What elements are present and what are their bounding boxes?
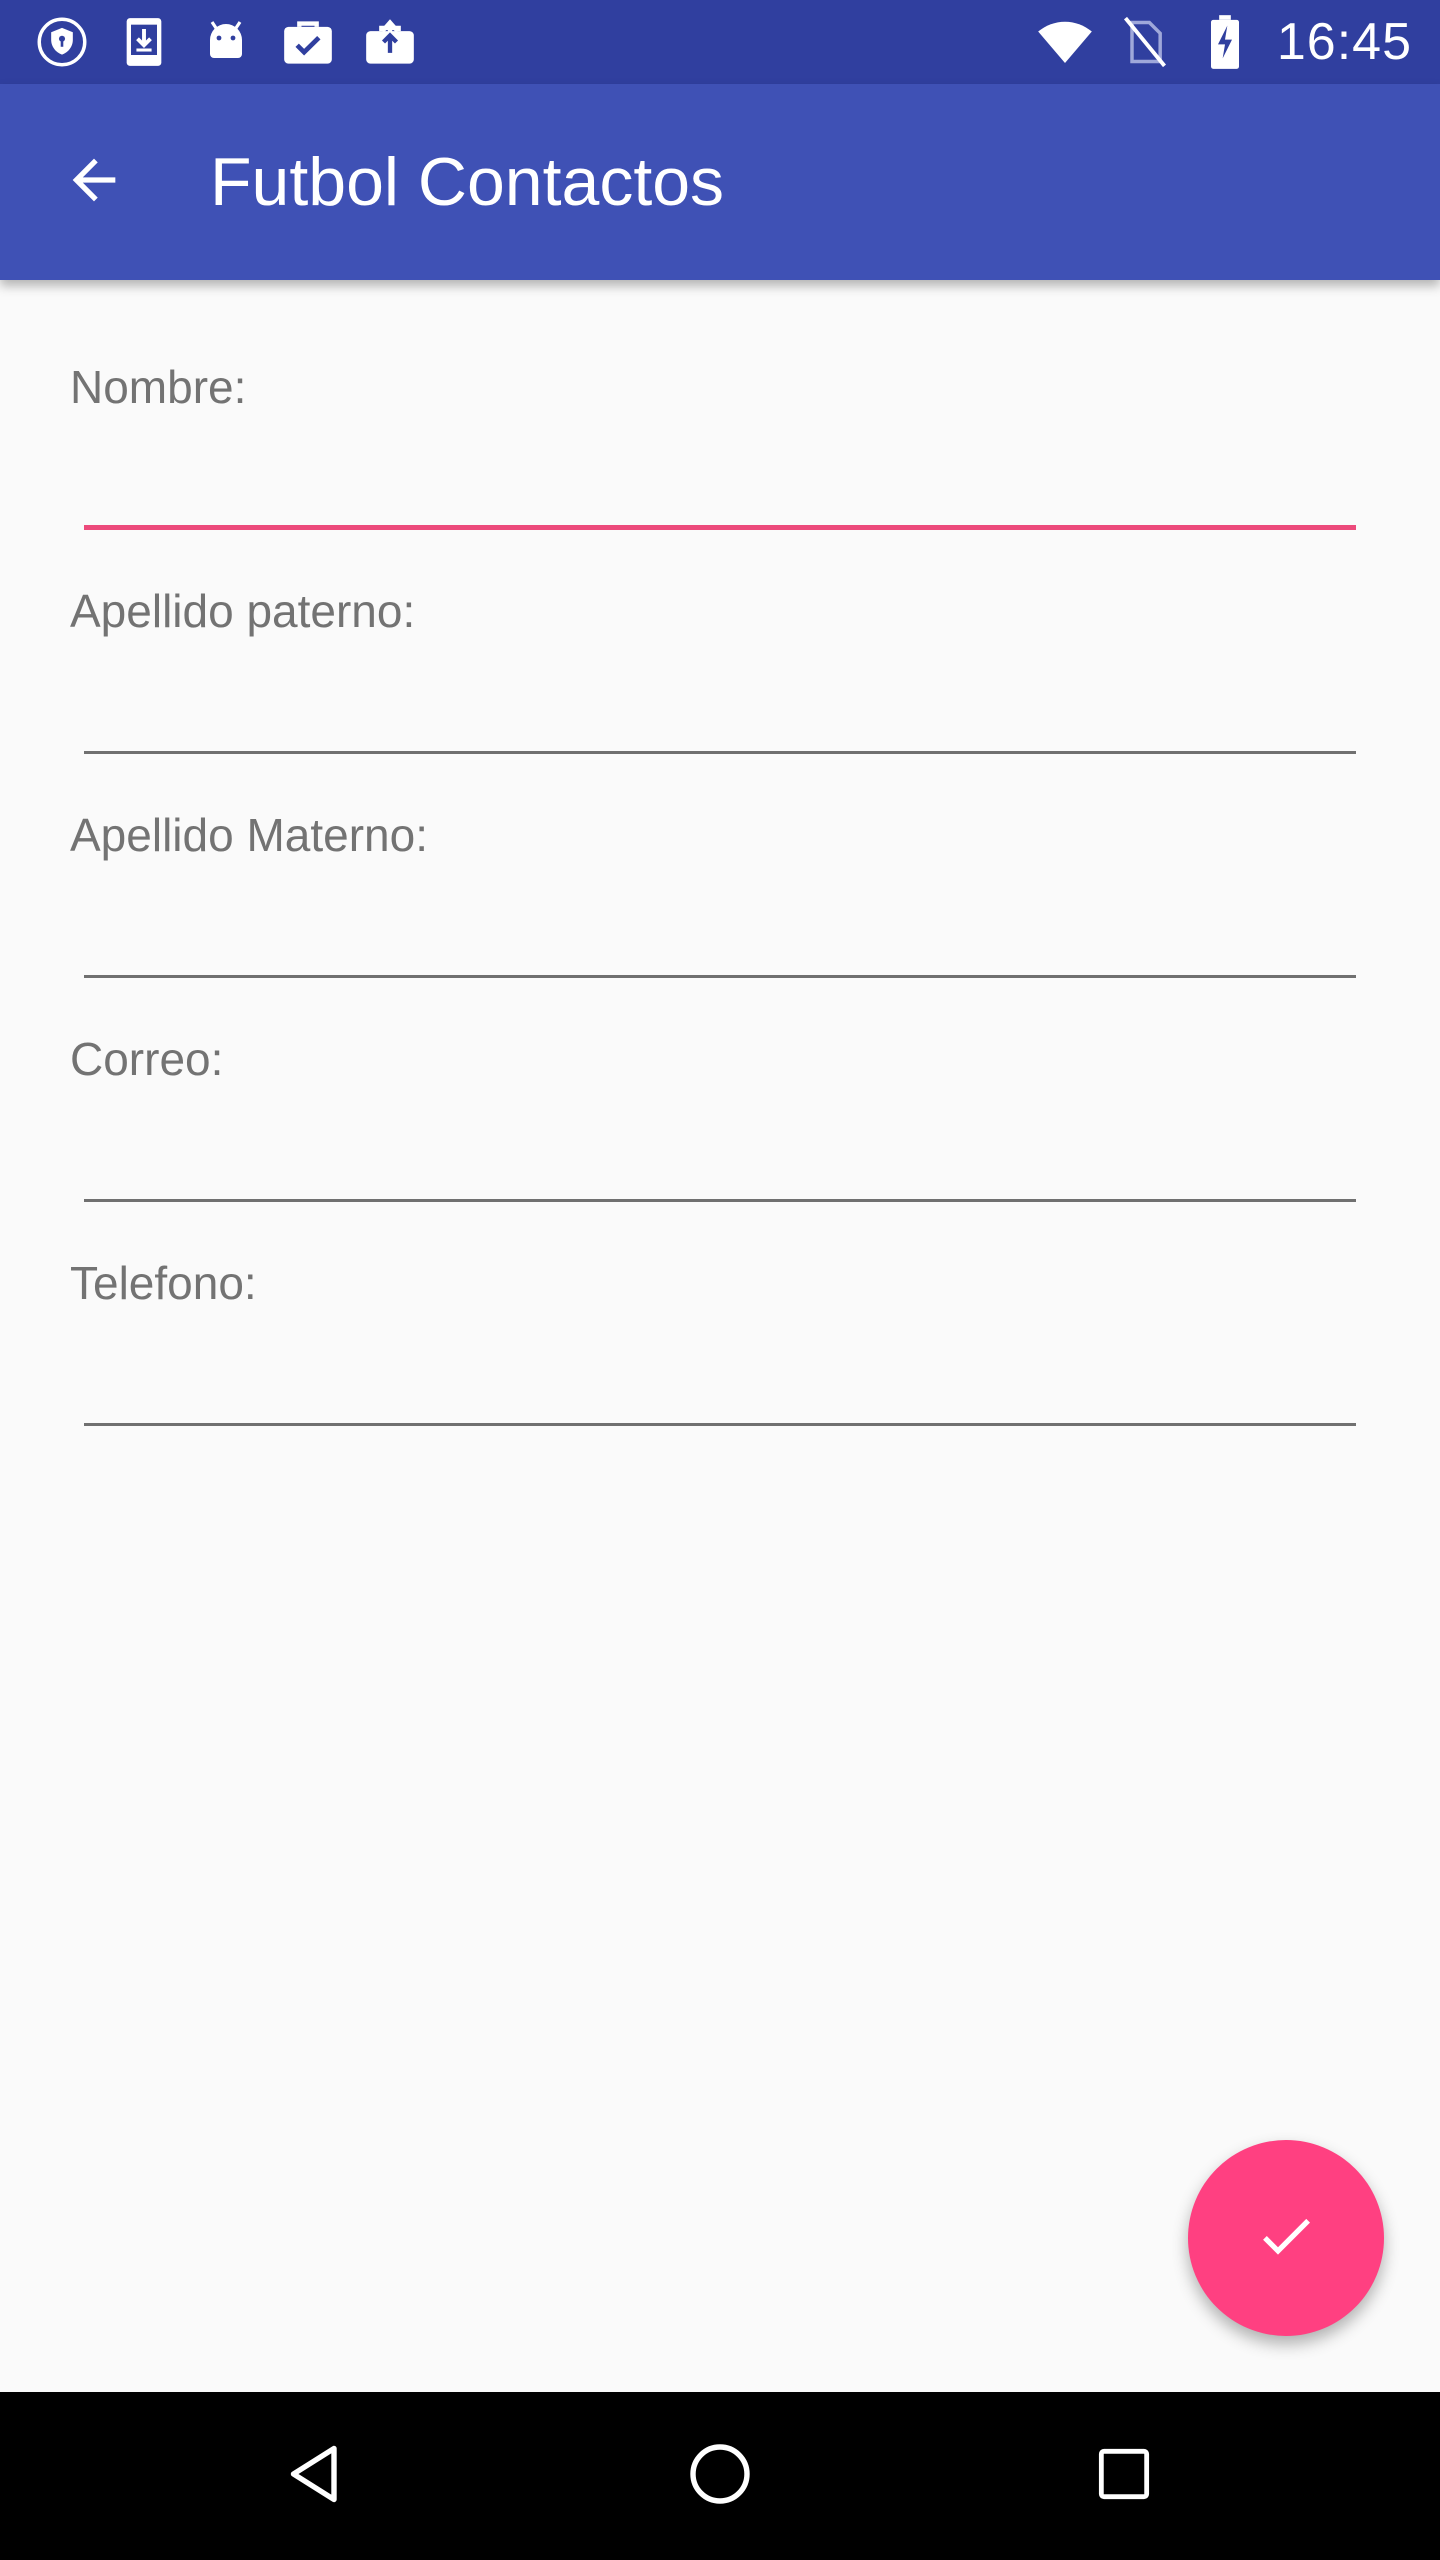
nav-recents-button[interactable] (1074, 2426, 1174, 2526)
app-bar: Futbol Contactos (0, 84, 1440, 280)
android-icon (198, 14, 254, 70)
field-nombre: Nombre: (0, 280, 1440, 530)
field-telefono: Telefono: (0, 1176, 1440, 1426)
notification-icons (34, 14, 418, 70)
system-nav-bar (0, 2392, 1440, 2560)
field-apellido-materno: Apellido Materno: (0, 728, 1440, 978)
arrow-back-icon (62, 148, 126, 217)
field-label: Nombre: (70, 361, 247, 413)
field-label: Correo: (70, 1033, 224, 1085)
wifi-icon (1037, 14, 1093, 70)
status-bar: 16:45 (0, 0, 1440, 84)
field-label: Apellido paterno: (70, 585, 416, 637)
system-icons: 16:45 (1037, 13, 1412, 71)
recents-square-icon (1092, 2442, 1156, 2511)
no-sim-icon (1117, 14, 1173, 70)
briefcase-upload-icon (362, 14, 418, 70)
home-circle-icon (684, 2438, 756, 2515)
shield-icon (34, 14, 90, 70)
save-contact-fab[interactable] (1188, 2140, 1384, 2336)
nav-home-button[interactable] (670, 2426, 770, 2526)
field-correo: Correo: (0, 952, 1440, 1202)
briefcase-check-icon (280, 14, 336, 70)
field-label: Telefono: (70, 1257, 257, 1309)
back-triangle-icon (280, 2438, 352, 2515)
status-clock: 16:45 (1276, 13, 1412, 71)
check-icon (1254, 2204, 1318, 2273)
page-title: Futbol Contactos (210, 144, 725, 220)
telefono-input[interactable] (84, 1326, 1356, 1426)
nav-back-button[interactable] (266, 2426, 366, 2526)
download-icon (116, 14, 172, 70)
battery-charging-icon (1197, 14, 1253, 70)
field-label: Apellido Materno: (70, 809, 428, 861)
field-apellido-paterno: Apellido paterno: (0, 504, 1440, 754)
back-button[interactable] (46, 134, 142, 230)
